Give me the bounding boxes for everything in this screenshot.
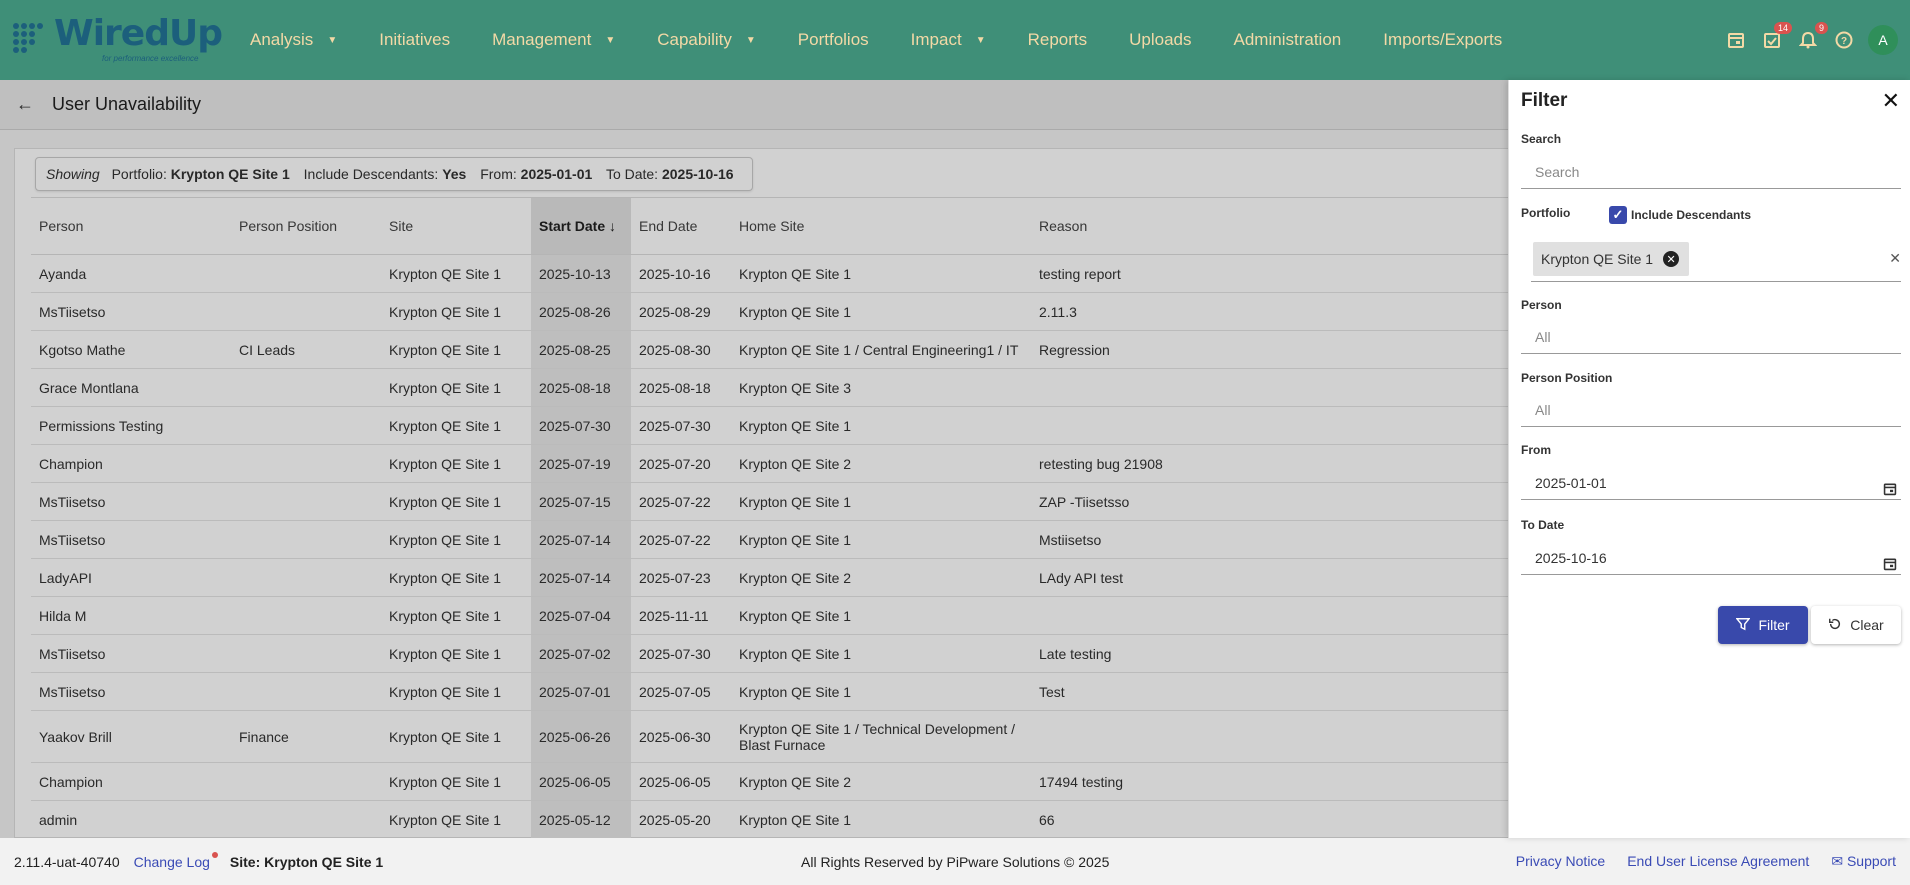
chevron-down-icon: ▼ <box>975 34 986 46</box>
nav-reports[interactable]: Reports <box>1028 30 1088 50</box>
search-label: Search <box>1521 132 1562 146</box>
calendar-icon[interactable] <box>1883 549 1897 583</box>
logo-text: WiredUp <box>54 13 223 54</box>
copyright-text: All Rights Reserved by PiPware Solutions… <box>801 853 1110 870</box>
portfolio-select[interactable]: Krypton QE Site 1 ✕ ✕ <box>1531 240 1901 282</box>
to-date-label: To Date <box>1521 518 1565 532</box>
user-avatar[interactable]: A <box>1868 25 1898 55</box>
support-icon: ✉ <box>1831 853 1844 869</box>
nav-management[interactable]: Management ▼ <box>492 30 615 50</box>
include-descendants-checkbox[interactable]: ✓ Include Descendants <box>1609 206 1751 224</box>
portfolio-chip: Krypton QE Site 1 ✕ <box>1533 242 1690 276</box>
filter-button[interactable]: Filter <box>1718 606 1808 644</box>
nav-imports-exports[interactable]: Imports/Exports <box>1383 30 1502 50</box>
reset-icon <box>1828 617 1842 634</box>
chevron-down-icon: ▼ <box>605 34 616 46</box>
top-nav-bar: WiredUp for performance excellence Analy… <box>0 0 1910 80</box>
nav-initiatives[interactable]: Initiatives <box>379 30 450 50</box>
person-select[interactable]: All <box>1521 320 1901 354</box>
svg-text:?: ? <box>1841 36 1847 47</box>
chevron-down-icon: ▼ <box>745 34 756 46</box>
logo-dots-icon <box>13 23 43 53</box>
footer-links: Privacy Notice End User License Agreemen… <box>1516 853 1896 870</box>
to-date-input[interactable]: 2025-10-16 <box>1521 541 1901 575</box>
nav-uploads[interactable]: Uploads <box>1129 30 1191 50</box>
person-position-label: Person Position <box>1521 371 1613 385</box>
support-link[interactable]: ✉ Support <box>1831 853 1896 870</box>
changelog-link[interactable]: Change Log <box>134 851 218 870</box>
from-date-input[interactable]: 2025-01-01 <box>1521 466 1901 500</box>
chevron-down-icon: ▼ <box>327 34 338 46</box>
nav-impact[interactable]: Impact ▼ <box>911 30 986 50</box>
from-label: From <box>1521 443 1551 457</box>
person-position-select[interactable]: All <box>1521 393 1901 427</box>
checkmark-icon: ✓ <box>1609 206 1627 224</box>
filter-title: Filter <box>1521 90 1568 111</box>
privacy-link[interactable]: Privacy Notice <box>1516 853 1605 870</box>
eula-link[interactable]: End User License Agreement <box>1627 853 1809 870</box>
nav-administration[interactable]: Administration <box>1234 30 1342 50</box>
person-label: Person <box>1521 298 1562 312</box>
close-icon[interactable]: ✕ <box>1882 88 1900 114</box>
bell-icon[interactable]: 9 <box>1790 22 1828 58</box>
clear-selection-icon[interactable]: ✕ <box>1889 250 1901 267</box>
calendar-icon[interactable] <box>1883 474 1897 508</box>
clear-button[interactable]: Clear <box>1811 606 1901 644</box>
portfolio-label: Portfolio <box>1521 206 1571 220</box>
nav-analysis[interactable]: Analysis ▼ <box>250 30 337 50</box>
footer: 2.11.4-uat-40740 Change Log Site: Krypto… <box>0 838 1910 885</box>
tasks-icon[interactable]: 14 <box>1754 22 1792 58</box>
changelog-dot-icon <box>211 851 218 858</box>
help-icon[interactable]: ? <box>1826 22 1862 58</box>
logo-tagline: for performance excellence <box>102 54 199 63</box>
nav-portfolios[interactable]: Portfolios <box>798 30 869 50</box>
calendar-icon[interactable] <box>1718 22 1754 58</box>
top-icon-group: 14 9 ? A <box>1718 0 1910 80</box>
version-label: 2.11.4-uat-40740 <box>14 853 120 870</box>
site-label: Site: Krypton QE Site 1 <box>229 853 384 870</box>
remove-chip-icon[interactable]: ✕ <box>1663 251 1680 267</box>
nav-capability[interactable]: Capability ▼ <box>657 30 756 50</box>
main-nav: Analysis ▼ Initiatives Management ▼ Capabi… <box>250 0 1544 80</box>
search-input[interactable]: Search <box>1521 155 1901 189</box>
wiredup-logo[interactable]: WiredUp for performance excellence <box>10 14 223 66</box>
funnel-icon <box>1735 617 1752 634</box>
filter-drawer: Filter ✕ Search Search Portfolio ✓ Inclu… <box>1508 80 1910 838</box>
